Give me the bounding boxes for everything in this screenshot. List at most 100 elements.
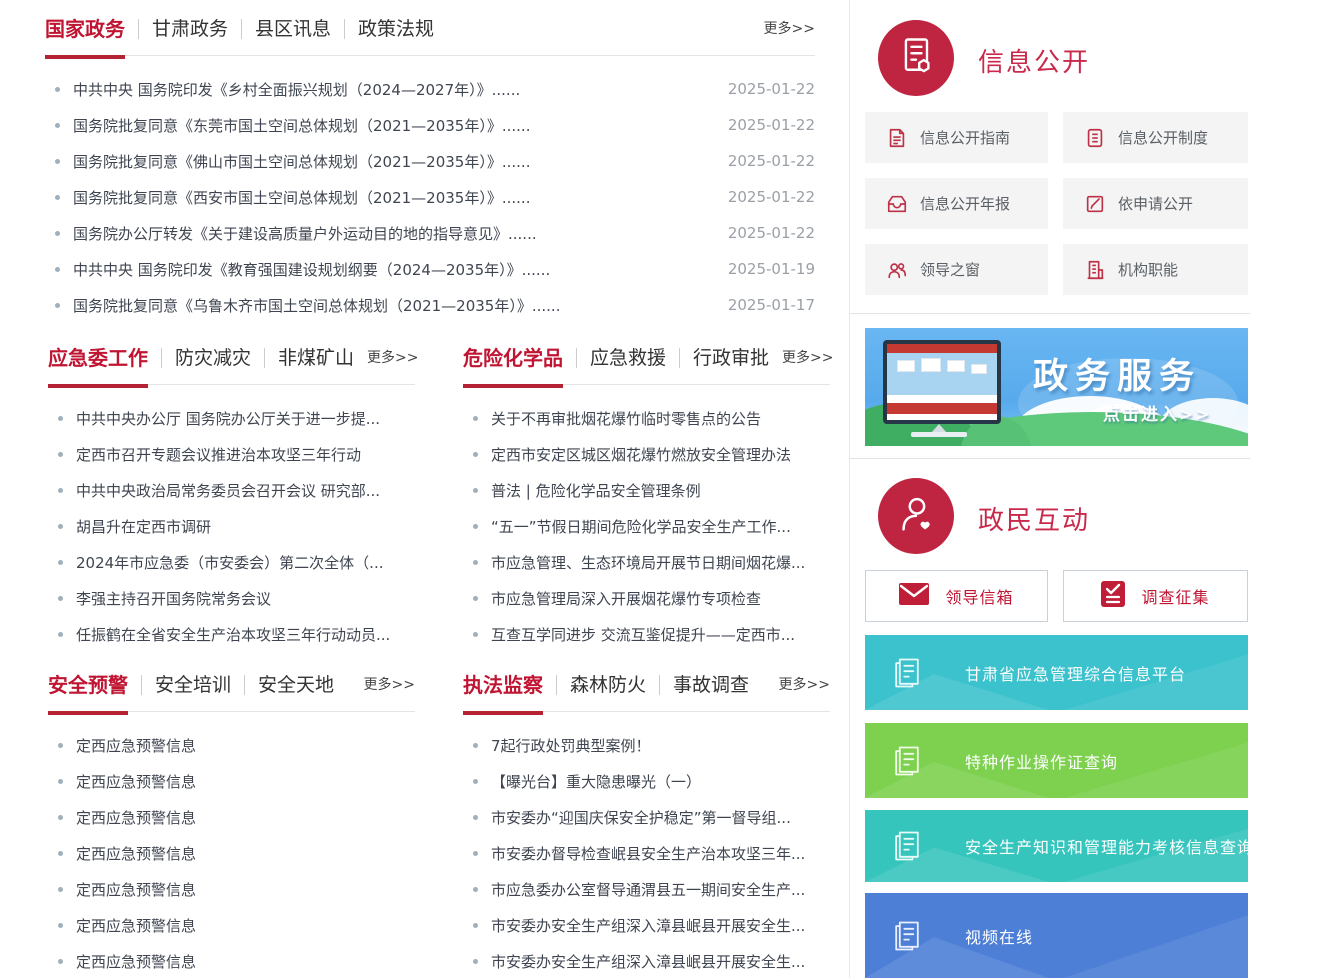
info-link-label: 信息公开制度 [1118,127,1208,148]
news-item[interactable]: 国务院批复同意《东莞市国土空间总体规划（2021—2035年）》......20… [45,107,815,143]
news-item[interactable]: 定西应急预警信息 [48,763,415,799]
news-title: 定西应急预警信息 [76,951,196,972]
info-link-guide[interactable]: 信息公开指南 [865,112,1048,163]
news-item[interactable]: 国务院批复同意《西安市国土空间总体规划（2021—2035年）》......20… [45,179,815,215]
tab-1[interactable]: 甘肃政务 [139,16,241,42]
survey-checklist-icon [1101,581,1125,611]
monitor-screen [887,344,997,420]
tab-0[interactable]: 安全预警 [48,672,141,698]
bullet-icon [473,524,478,529]
tab-2[interactable]: 非煤矿山 [265,345,367,371]
info-link-label: 领导之窗 [920,259,980,280]
news-item[interactable]: 7起行政处罚典型案例！ [463,727,830,763]
news-date: 2025-01-22 [716,152,815,170]
news-item[interactable]: 定西应急预警信息 [48,871,415,907]
more-link-enforcement[interactable]: 更多>> [779,674,830,696]
info-link-apply[interactable]: 依申请公开 [1063,178,1248,229]
tab-0[interactable]: 危险化学品 [463,345,576,371]
news-title: 国务院批复同意《东莞市国土空间总体规划（2021—2035年）》...... [73,115,530,136]
tab-3[interactable]: 政策法规 [345,16,447,42]
news-item[interactable]: “五一”节假日期间危险化学品安全生产工作... [463,508,830,544]
news-title: 中共中央政治局常务委员会召开会议 研究部... [76,480,380,501]
tab-1[interactable]: 应急救援 [577,345,679,371]
more-link-national[interactable]: 更多>> [764,18,815,40]
survey-collection-button[interactable]: 调查征集 [1063,570,1248,622]
info-disclosure-circle [878,20,954,96]
bullet-icon [473,959,478,964]
tab-0[interactable]: 应急委工作 [48,345,161,371]
news-item[interactable]: 市安委办安全生产组深入漳县岷县开展安全生... [463,907,830,943]
news-list: 中共中央 国务院印发《乡村全面振兴规划（2024—2027年）》...... 20… [45,71,815,323]
news-item[interactable]: 李强主持召开国务院常务会议 [48,580,415,616]
news-item[interactable]: 中共中央 国务院印发《乡村全面振兴规划（2024—2027年）》......20… [45,71,815,107]
news-item[interactable]: 任振鹤在全省安全生产治本攻坚三年行动动员... [48,616,415,652]
tab-2[interactable]: 县区讯息 [242,16,344,42]
news-item[interactable]: 定西应急预警信息 [48,907,415,943]
info-link-leaders[interactable]: 领导之窗 [865,244,1048,295]
news-item[interactable]: 中共中央 国务院印发《教育强国建设规划纲要（2024—2035年）》......… [45,251,815,287]
quick-link-emergency-platform[interactable]: 甘肃省应急管理综合信息平台 [865,635,1248,710]
news-item[interactable]: 定西应急预警信息 [48,727,415,763]
more-link-hazchem[interactable]: 更多>> [782,347,833,369]
news-item[interactable]: 国务院办公厅转发《关于建设高质量户外运动目的地的指导意见》......2025-… [45,215,815,251]
news-item[interactable]: 市应急委办公室督导通渭县五一期间安全生产... [463,871,830,907]
news-item[interactable]: 市应急管理局深入开展烟花爆竹专项检查 [463,580,830,616]
tab-2[interactable]: 事故调查 [660,672,762,698]
news-item[interactable]: 普法 | 危险化学品安全管理条例 [463,472,830,508]
news-item[interactable]: 国务院批复同意《乌鲁木齐市国土空间总体规划（2021—2035年）》......… [45,287,815,323]
news-list: 7起行政处罚典型案例！ 【曝光台】重大隐患曝光（一） 市安委办“迎国庆保安全护稳定”… [463,727,830,979]
news-title: 中共中央 国务院印发《乡村全面振兴规划（2024—2027年）》...... [73,79,520,100]
service-banner-cta[interactable]: 点击进入>> [1103,400,1212,425]
news-item[interactable]: 【曝光台】重大隐患曝光（一） [463,763,830,799]
news-item[interactable]: 中共中央政治局常务委员会召开会议 研究部... [48,472,415,508]
tab-1[interactable]: 防灾减灾 [162,345,264,371]
news-item[interactable]: 市安委办安全生产组深入漳县岷县开展安全生... [463,943,830,979]
news-title: 市应急管理局深入开展烟花爆竹专项检查 [491,588,761,609]
info-disclosure-title: 信息公开 [978,42,1090,79]
tab-2[interactable]: 行政审批 [680,345,782,371]
info-link-system[interactable]: 信息公开制度 [1063,112,1248,163]
tab-0[interactable]: 国家政务 [45,16,138,42]
news-title: 【曝光台】重大隐患曝光（一） [491,771,701,792]
tab-0[interactable]: 执法监察 [463,672,556,698]
more-link-emergency[interactable]: 更多>> [367,347,418,369]
bullet-icon [473,851,478,856]
person-heart-icon [893,491,939,541]
news-item[interactable]: 2024年市应急委（市安委会）第二次全体（... [48,544,415,580]
quick-link-video-online[interactable]: 视频在线 [865,893,1248,978]
service-banner-title: 政务服务 [1033,348,1201,399]
info-link-organization[interactable]: 机构职能 [1063,244,1248,295]
info-link-annual-report[interactable]: 信息公开年报 [865,178,1048,229]
news-title: 国务院批复同意《西安市国土空间总体规划（2021—2035年）》...... [73,187,530,208]
tab-2[interactable]: 安全天地 [245,672,347,698]
more-link-warning[interactable]: 更多>> [364,674,415,696]
news-item[interactable]: 互查互学同进步 交流互鉴促提升——定西市... [463,616,830,652]
quick-link-label: 特种作业操作证查询 [965,749,1118,773]
news-item[interactable]: 国务院批复同意《佛山市国土空间总体规划（2021—2035年）》......20… [45,143,815,179]
news-item[interactable]: 市安委办“迎国庆保安全护稳定”第一督导组... [463,799,830,835]
policy-document-icon [1083,126,1107,150]
quick-link-safety-exam-query[interactable]: 安全生产知识和管理能力考核信息查询 [865,810,1248,882]
news-item[interactable]: 胡昌升在定西市调研 [48,508,415,544]
news-item[interactable]: 关于不再审批烟花爆竹临时零售点的公告 [463,400,830,436]
news-item[interactable]: 定西应急预警信息 [48,835,415,871]
tab-bar: 执法监察森林防火事故调查 [463,672,762,698]
news-item[interactable]: 中共中央办公厅 国务院办公厅关于进一步提... [48,400,415,436]
news-item[interactable]: 定西应急预警信息 [48,799,415,835]
news-title: 中共中央办公厅 国务院办公厅关于进一步提... [76,408,380,429]
quick-link-special-operation-cert[interactable]: 特种作业操作证查询 [865,723,1248,798]
section-header: 国家政务甘肃政务县区讯息政策法规 更多>> [45,16,815,56]
news-item[interactable]: 定西应急预警信息 [48,943,415,979]
bullet-icon [58,923,63,928]
news-title: 定西应急预警信息 [76,807,196,828]
tab-bar: 安全预警安全培训安全天地 [48,672,347,698]
gov-service-banner[interactable]: 政务服务 点击进入>> [865,328,1248,446]
news-item[interactable]: 市安委办督导检查岷县安全生产治本攻坚三年... [463,835,830,871]
news-item[interactable]: 定西市召开专题会议推进治本攻坚三年行动 [48,436,415,472]
news-item[interactable]: 定西市安定区城区烟花爆竹燃放安全管理办法 [463,436,830,472]
leader-mailbox-button[interactable]: 领导信箱 [865,570,1048,622]
tab-1[interactable]: 森林防火 [557,672,659,698]
tab-1[interactable]: 安全培训 [142,672,244,698]
news-item[interactable]: 市应急管理、生态环境局开展节日期间烟花爆... [463,544,830,580]
bullet-icon [55,303,60,308]
